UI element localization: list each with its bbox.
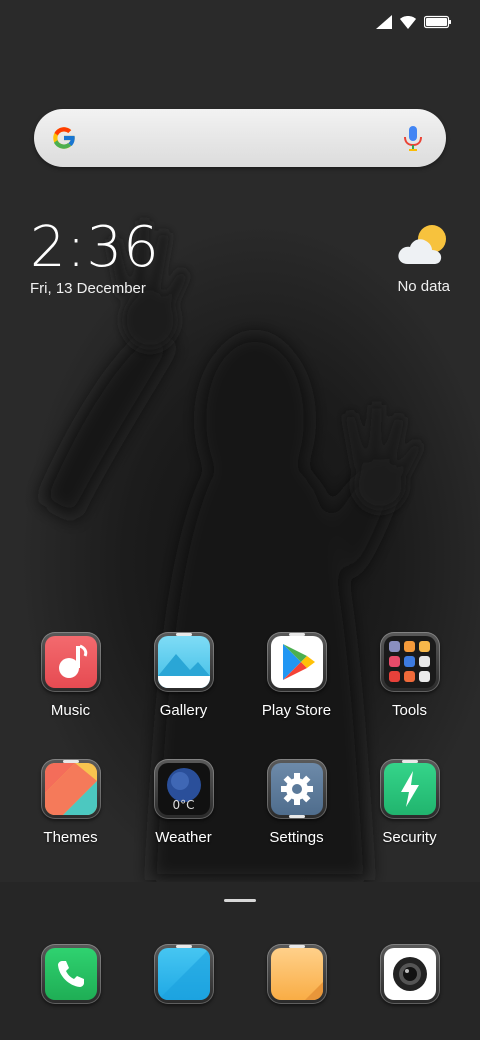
- partly-cloudy-icon: [398, 225, 446, 264]
- clock-widget[interactable]: 2:36 Fri, 13 December: [30, 218, 160, 298]
- phone-icon: [57, 961, 84, 987]
- app-security[interactable]: Security: [353, 759, 466, 846]
- icon-tab: [288, 815, 305, 818]
- app-label-security: Security: [382, 829, 437, 846]
- camera-icon-frame[interactable]: [379, 944, 440, 1004]
- app-settings[interactable]: Settings: [240, 759, 353, 846]
- app-music[interactable]: Music: [14, 632, 127, 719]
- icon-tab: [62, 760, 79, 763]
- clock-date[interactable]: Fri, 13 December: [30, 280, 160, 297]
- themes-icon-frame[interactable]: [40, 759, 101, 819]
- tools-folder-icon: [388, 641, 430, 682]
- cellular-signal-icon: [376, 15, 392, 29]
- weather-icon-frame[interactable]: 0°C: [153, 759, 214, 819]
- battery-icon: [424, 15, 451, 29]
- app-label-themes: Themes: [43, 829, 98, 846]
- app-label-tools: Tools: [391, 702, 428, 719]
- app-label-play-store: Play Store: [261, 702, 332, 719]
- weather-icon-temp: 0°C: [172, 798, 195, 812]
- music-note-icon: [58, 644, 87, 678]
- page-indicator[interactable]: [224, 899, 256, 902]
- messages-icon-frame[interactable]: [153, 944, 214, 1004]
- icon-tab: [401, 760, 418, 763]
- app-weather[interactable]: 0°C Weather: [127, 759, 240, 846]
- notes-icon-frame[interactable]: [266, 944, 327, 1004]
- dock: [0, 882, 480, 1040]
- play-store-icon-frame[interactable]: [266, 632, 327, 692]
- icon-tab: [175, 633, 192, 636]
- app-grid: Music Gallery Play Store Tools Themes 0°…: [14, 632, 466, 846]
- status-bar: [376, 12, 452, 32]
- app-label-gallery: Gallery: [159, 702, 208, 719]
- dock-camera[interactable]: [353, 944, 466, 1004]
- settings-icon-frame[interactable]: [266, 759, 327, 819]
- tools-icon-frame[interactable]: [379, 632, 440, 692]
- phone-icon-frame[interactable]: [40, 944, 101, 1004]
- microphone-icon[interactable]: [402, 124, 424, 152]
- icon-tab: [288, 633, 305, 636]
- themes-icon: [44, 763, 97, 815]
- dock-messages[interactable]: [127, 944, 240, 1004]
- gear-icon: [280, 773, 313, 805]
- app-play-store[interactable]: Play Store: [240, 632, 353, 719]
- dock-phone[interactable]: [14, 944, 127, 1004]
- weather-widget[interactable]: No data: [370, 222, 450, 295]
- app-tools-folder[interactable]: Tools: [353, 632, 466, 719]
- icon-tab: [175, 945, 192, 948]
- messages-icon: [157, 948, 210, 1000]
- google-g-logo-icon: [53, 127, 76, 149]
- app-gallery[interactable]: Gallery: [127, 632, 240, 719]
- google-search-bar[interactable]: [34, 109, 446, 167]
- gallery-icon-frame[interactable]: [153, 632, 214, 692]
- lightning-shield-icon: [400, 771, 419, 807]
- clock-time[interactable]: 2:36: [30, 218, 160, 278]
- icon-tab: [288, 945, 305, 948]
- security-icon-frame[interactable]: [379, 759, 440, 819]
- dock-notes[interactable]: [240, 944, 353, 1004]
- play-store-icon: [282, 644, 315, 680]
- app-label-weather: Weather: [155, 829, 212, 846]
- notes-icon: [304, 982, 323, 1000]
- gallery-mountains-icon: [157, 654, 210, 688]
- music-icon-frame[interactable]: [40, 632, 101, 692]
- app-label-settings: Settings: [269, 829, 324, 846]
- weather-status-text: No data: [397, 278, 450, 295]
- camera-icon: [392, 957, 427, 991]
- wifi-icon: [400, 16, 416, 29]
- app-label-music: Music: [50, 702, 91, 719]
- app-themes[interactable]: Themes: [14, 759, 127, 846]
